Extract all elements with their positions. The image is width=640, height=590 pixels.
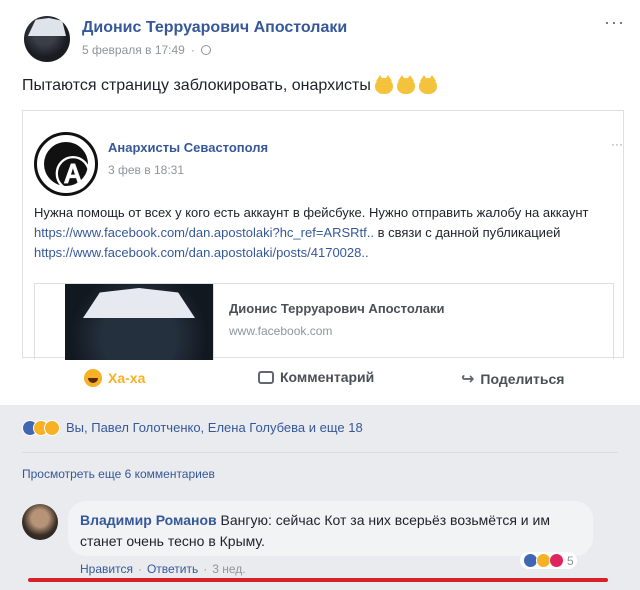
- author-avatar[interactable]: [24, 16, 70, 62]
- share-button[interactable]: ↪ Поделиться: [461, 369, 564, 388]
- comment-label: Комментарий: [280, 369, 375, 385]
- shared-text: Нужна помощь от всех у кого есть аккаунт…: [34, 203, 614, 263]
- link-divider: [213, 284, 214, 360]
- author-name[interactable]: Дионис Терруарович Апостолаки: [82, 19, 347, 37]
- highlight-underline: [28, 578, 608, 582]
- shared-text-part-2: в связи с данной публикацией: [373, 225, 561, 240]
- group-avatar[interactable]: Ⓐ: [34, 132, 98, 196]
- post-actions: Ха-ха Комментарий ↪ Поделиться: [0, 363, 640, 397]
- post-card: Дионис Терруарович Апостолаки 5 февраля …: [0, 0, 640, 405]
- share-label: Поделиться: [480, 370, 565, 387]
- laughing-cat-emoji-icon: [396, 75, 415, 94]
- section-divider: [22, 452, 618, 453]
- link-domain: www.facebook.com: [229, 324, 333, 338]
- comment-bubble: Владимир Романов Вангую: сейчас Кот за н…: [68, 501, 593, 556]
- shared-group-name[interactable]: Анархисты Севастополя: [108, 140, 268, 155]
- wow-reaction-icon: [44, 419, 60, 436]
- post-options-button[interactable]: ···: [604, 12, 625, 33]
- comment-actions: Нравится · Ответить · 3 нед.: [80, 562, 246, 576]
- comment-icon: [258, 370, 274, 384]
- shared-time[interactable]: 3 фев в 18:31: [108, 163, 184, 177]
- post-text: Пытаются страницу заблокировать, онархис…: [22, 75, 437, 95]
- globe-icon[interactable]: [200, 45, 211, 55]
- haha-button[interactable]: Ха-ха: [84, 369, 145, 387]
- view-more-comments-link[interactable]: Просмотреть еще 6 комментариев: [22, 467, 215, 481]
- reaction-icons[interactable]: [22, 419, 60, 436]
- laughing-cat-emoji-icon: [374, 75, 393, 94]
- comment-button[interactable]: Комментарий: [258, 369, 374, 385]
- reactions-bar: Вы, Павел Голотченко, Елена Голубева и е…: [0, 405, 640, 450]
- shared-link-1[interactable]: https://www.facebook.com/dan.apostolaki?…: [34, 225, 374, 240]
- shared-link-2[interactable]: https://www.facebook.com/dan.apostolaki/…: [34, 245, 369, 260]
- comment-like-link[interactable]: Нравится: [80, 562, 133, 576]
- link-thumbnail[interactable]: [65, 284, 213, 360]
- post-text-content: Пытаются страницу заблокировать, онархис…: [22, 77, 371, 94]
- thumbnail-hat: [83, 288, 195, 318]
- haha-label: Ха-ха: [108, 370, 146, 386]
- laughing-cat-emoji-icon: [418, 75, 437, 94]
- commenter-avatar[interactable]: [22, 504, 58, 540]
- link-title[interactable]: Дионис Терруарович Апостолаки: [229, 301, 444, 316]
- shared-options-button[interactable]: ···: [611, 137, 623, 151]
- post-date[interactable]: 5 февраля в 17:49: [82, 43, 185, 57]
- comment-time[interactable]: 3 нед.: [212, 562, 245, 576]
- commenter-name[interactable]: Владимир Романов: [80, 512, 217, 528]
- haha-icon: [84, 369, 102, 387]
- comment-reactions[interactable]: 5: [520, 552, 577, 569]
- comment-reply-link[interactable]: Ответить: [147, 562, 198, 576]
- shared-text-part-1: Нужна помощь от всех у кого есть аккаунт…: [34, 205, 589, 220]
- meta-separator: ·: [190, 43, 195, 57]
- link-preview-card[interactable]: Дионис Терруарович Апостолаки www.facebo…: [34, 283, 614, 360]
- shared-post: Ⓐ Анархисты Севастополя 3 фев в 18:31 ··…: [22, 110, 624, 360]
- comment-separator: ·: [203, 562, 208, 576]
- share-arrow-icon: ↪: [461, 369, 475, 388]
- avatar-hat: [28, 18, 66, 36]
- angry-reaction-icon: [549, 553, 564, 568]
- reactions-summary[interactable]: Вы, Павел Голотченко, Елена Голубева и е…: [66, 420, 363, 435]
- comment-separator: ·: [137, 562, 142, 576]
- post-meta: 5 февраля в 17:49 ·: [82, 43, 211, 57]
- anarchy-symbol-icon: Ⓐ: [44, 142, 91, 196]
- comment-reaction-count: 5: [567, 553, 574, 568]
